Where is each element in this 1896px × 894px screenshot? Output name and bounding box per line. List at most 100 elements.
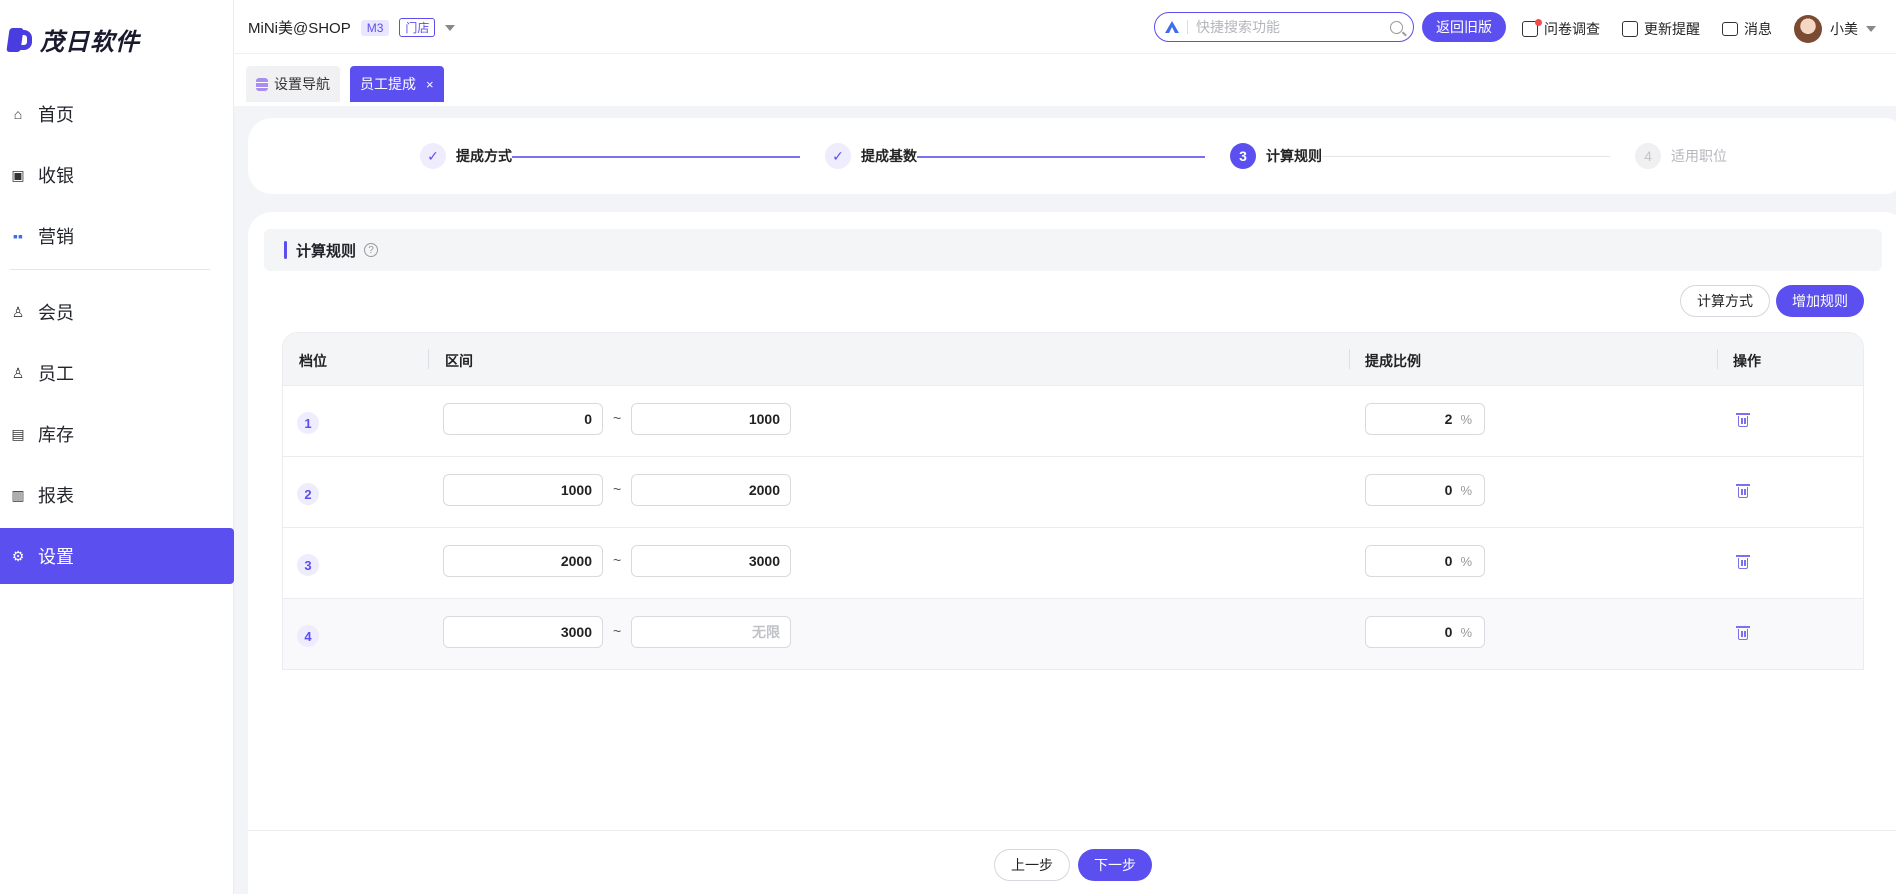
survey-label: 问卷调查: [1544, 21, 1600, 37]
range-to-input[interactable]: [631, 616, 791, 648]
chevron-down-icon[interactable]: [445, 24, 456, 31]
update-reminder-button[interactable]: 更新提醒: [1622, 19, 1700, 39]
step-1: ✓ 提成方式: [420, 143, 512, 169]
search-box[interactable]: [1154, 12, 1414, 42]
trash-icon[interactable]: [1736, 484, 1750, 498]
search-divider: [1187, 20, 1188, 34]
range-separator: ~: [613, 410, 622, 426]
user-name: 小美: [1830, 21, 1858, 37]
message-button[interactable]: 消息: [1722, 19, 1772, 39]
plan-badge: M3: [360, 19, 390, 36]
top-bar: MiNi美@SHOP M3 门店 返回旧版 问卷调查 更新提醒 消息 小美: [234, 0, 1896, 54]
range-from-input[interactable]: [443, 545, 603, 577]
ratio-input[interactable]: [1392, 553, 1453, 569]
return-old-version-button[interactable]: 返回旧版: [1422, 12, 1506, 42]
inventory-icon: ▤: [11, 425, 25, 442]
percent-unit: %: [1460, 624, 1472, 640]
message-icon: [1722, 22, 1738, 36]
percent-unit: %: [1460, 482, 1472, 498]
col-range: 区间: [445, 353, 473, 369]
member-icon: ♙: [11, 303, 25, 320]
table-row: 4 ~ %: [283, 598, 1863, 669]
tab-staff-commission[interactable]: 员工提成 ×: [350, 66, 444, 102]
step-label: 提成基数: [861, 148, 917, 164]
sidebar-item-home[interactable]: ⌂ 首页: [0, 86, 234, 142]
sidebar-nav: ⌂ 首页 ▣ 收银 ▪▪ 营销 ♙ 会员 ♙ 员工 ▤ 库存 ▥ 报表 ⚙ 设置: [0, 86, 234, 589]
col-ratio: 提成比例: [1365, 353, 1421, 369]
help-icon[interactable]: ?: [364, 243, 379, 257]
section-title: 计算规则: [296, 242, 357, 260]
tab-settings-nav[interactable]: 设置导航: [246, 66, 340, 102]
trash-icon[interactable]: [1736, 626, 1750, 640]
step-number: 4: [1635, 143, 1661, 169]
table-row: 3 ~ %: [283, 527, 1863, 598]
range-to-input[interactable]: [631, 474, 791, 506]
col-tier: 档位: [299, 353, 327, 369]
cashier-icon: ▣: [11, 166, 25, 183]
search-icon[interactable]: [1390, 20, 1403, 34]
col-separator: [1349, 349, 1350, 369]
marketing-icon: ▪▪: [13, 228, 23, 244]
rules-card: 计算规则 ? 计算方式 增加规则 档位 区间 提成比例 操作 1 ~ % 2: [248, 212, 1896, 894]
range-to-input[interactable]: [631, 403, 791, 435]
step-number: 3: [1230, 143, 1256, 169]
percent-unit: %: [1460, 553, 1472, 569]
add-rule-button[interactable]: 增加规则: [1776, 285, 1864, 317]
section-header: 计算规则 ?: [264, 229, 1882, 271]
col-separator: [428, 349, 429, 369]
sidebar-item-inventory[interactable]: ▤ 库存: [0, 406, 234, 462]
message-label: 消息: [1744, 21, 1772, 37]
range-to-input[interactable]: [631, 545, 791, 577]
search-input[interactable]: [1196, 19, 1382, 35]
database-icon: [256, 77, 268, 91]
range-from-input[interactable]: [443, 616, 603, 648]
settings-icon: ⚙: [11, 547, 25, 564]
report-icon: ▥: [11, 486, 25, 503]
logo[interactable]: 茂日软件: [6, 24, 140, 56]
rules-table: 档位 区间 提成比例 操作 1 ~ % 2 ~ %: [282, 332, 1864, 670]
step-label: 提成方式: [456, 148, 512, 164]
trash-icon[interactable]: [1736, 555, 1750, 569]
store-badge: 门店: [399, 18, 436, 37]
sidebar-item-staff[interactable]: ♙ 员工: [0, 345, 234, 401]
sidebar-item-marketing[interactable]: ▪▪ 营销: [0, 208, 234, 264]
step-label: 适用职位: [1671, 148, 1727, 164]
table-row: 1 ~ %: [283, 385, 1863, 456]
ratio-input[interactable]: [1392, 482, 1453, 498]
tier-badge: 1: [297, 412, 319, 434]
range-from-input[interactable]: [443, 474, 603, 506]
next-step-button[interactable]: 下一步: [1078, 849, 1152, 881]
ratio-field[interactable]: %: [1365, 545, 1485, 577]
update-icon: [1622, 21, 1638, 37]
range-from-input[interactable]: [443, 403, 603, 435]
ratio-input[interactable]: [1392, 411, 1453, 427]
survey-icon: [1522, 19, 1542, 37]
ratio-field[interactable]: %: [1365, 616, 1485, 648]
sidebar-item-settings[interactable]: ⚙ 设置: [0, 528, 234, 584]
range-separator: ~: [613, 552, 622, 568]
ratio-field[interactable]: %: [1365, 403, 1485, 435]
trash-icon[interactable]: [1736, 413, 1750, 427]
step-4: 4 适用职位: [1635, 143, 1727, 169]
shop-switcher[interactable]: MiNi美@SHOP M3 门店: [248, 17, 456, 38]
percent-unit: %: [1460, 411, 1472, 427]
sidebar-item-member[interactable]: ♙ 会员: [0, 284, 234, 340]
logo-text: 茂日软件: [40, 27, 140, 56]
avatar: [1794, 15, 1822, 43]
ratio-field[interactable]: %: [1365, 474, 1485, 506]
chevron-down-icon: [1866, 26, 1876, 32]
prev-step-button[interactable]: 上一步: [994, 849, 1070, 881]
step-2: ✓ 提成基数: [825, 143, 917, 169]
sidebar-item-cashier[interactable]: ▣ 收银: [0, 147, 234, 203]
close-icon[interactable]: ×: [426, 77, 434, 92]
sidebar-item-report[interactable]: ▥ 报表: [0, 467, 234, 523]
calc-method-button[interactable]: 计算方式: [1680, 285, 1770, 317]
user-menu[interactable]: 小美: [1794, 15, 1876, 43]
step-connector: [917, 156, 1205, 158]
survey-button[interactable]: 问卷调查: [1522, 19, 1600, 39]
tab-label: 设置导航: [274, 76, 330, 92]
step-label: 计算规则: [1266, 148, 1322, 164]
tab-label: 员工提成: [360, 76, 416, 92]
search-brand-icon: [1165, 21, 1179, 33]
ratio-input[interactable]: [1392, 624, 1453, 640]
